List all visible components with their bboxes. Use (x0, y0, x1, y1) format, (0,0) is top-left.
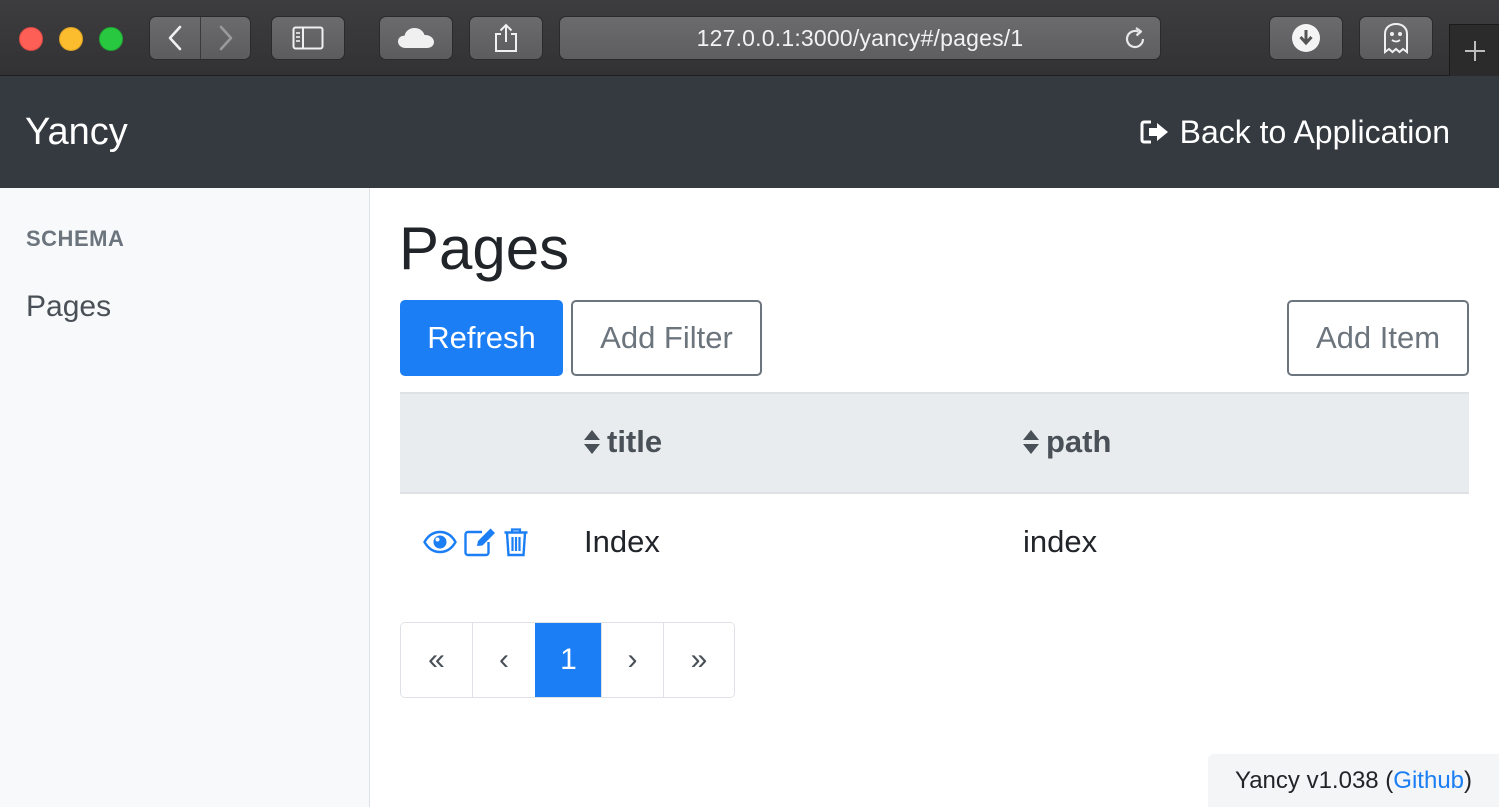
next-page-button[interactable]: › (601, 623, 663, 697)
row-actions (423, 527, 529, 557)
cell-path: index (1023, 524, 1098, 559)
icloud-tabs-button[interactable] (379, 16, 453, 60)
add-item-button[interactable]: Add Item (1287, 300, 1469, 376)
browser-toolbar: 127.0.0.1:3000/yancy#/pages/1 (0, 0, 1499, 76)
close-window-button[interactable] (19, 27, 43, 51)
edit-icon (464, 528, 495, 557)
version-footer: Yancy v1.038 (Github) (1208, 754, 1499, 807)
reload-icon[interactable] (1122, 26, 1148, 52)
column-header-path[interactable]: path (1022, 424, 1111, 460)
address-bar[interactable]: 127.0.0.1:3000/yancy#/pages/1 (559, 16, 1161, 60)
ghostery-extension-button[interactable] (1359, 16, 1433, 60)
sign-out-icon (1140, 120, 1168, 144)
share-button[interactable] (469, 16, 543, 60)
address-text: 127.0.0.1:3000/yancy#/pages/1 (696, 24, 1024, 51)
back-to-application-link[interactable]: Back to Application (1140, 112, 1450, 152)
column-header-path-label: path (1046, 424, 1112, 459)
show-sidebar-button[interactable] (271, 16, 345, 60)
sort-icon (584, 430, 600, 454)
refresh-button[interactable]: Refresh (400, 300, 563, 376)
previous-page-button[interactable]: ‹ (472, 623, 535, 697)
share-icon (495, 23, 517, 52)
column-header-title[interactable]: title (583, 424, 662, 460)
sidebar (0, 188, 370, 807)
brand-logo[interactable]: Yancy (25, 110, 128, 154)
forward-button[interactable] (200, 17, 250, 59)
app-navbar: Yancy Back to Application (0, 76, 1499, 188)
back-link-label: Back to Application (1179, 114, 1450, 150)
first-page-button[interactable]: « (401, 623, 472, 697)
github-link[interactable]: Github (1393, 767, 1464, 795)
zoom-window-button[interactable] (99, 27, 123, 51)
ghost-icon (1384, 22, 1408, 54)
history-nav-group (149, 16, 251, 60)
sidebar-heading: SCHEMA (26, 226, 125, 251)
current-page-button[interactable]: 1 (535, 623, 601, 697)
trash-icon (504, 528, 528, 557)
table-row: Index index (400, 494, 1469, 594)
version-text: Yancy v1.038 ( (1234, 766, 1394, 794)
view-item-button[interactable] (423, 530, 457, 554)
table-header: title path (400, 392, 1469, 494)
add-filter-button[interactable]: Add Filter (571, 300, 762, 376)
edit-item-button[interactable] (463, 527, 497, 557)
column-header-title-label: title (607, 424, 663, 459)
delete-item-button[interactable] (503, 527, 529, 557)
cloud-icon (398, 28, 434, 48)
download-icon (1292, 24, 1320, 52)
back-button[interactable] (150, 17, 200, 59)
chevron-right-icon (219, 25, 232, 51)
pagination: « ‹ 1 › » (400, 622, 735, 698)
version-close: ) (1464, 766, 1473, 794)
eye-icon (423, 530, 457, 554)
minimize-window-button[interactable] (59, 27, 83, 51)
page-title: Pages (399, 215, 570, 282)
plus-icon (1464, 40, 1485, 61)
last-page-button[interactable]: » (663, 623, 734, 697)
sidebar-icon (292, 26, 324, 50)
downloads-button[interactable] (1269, 16, 1343, 60)
sort-icon (1023, 430, 1039, 454)
sidebar-item-pages[interactable]: Pages (26, 290, 111, 324)
cell-title: Index (584, 524, 660, 559)
new-tab-button[interactable] (1449, 24, 1499, 76)
chevron-left-icon (168, 25, 182, 51)
